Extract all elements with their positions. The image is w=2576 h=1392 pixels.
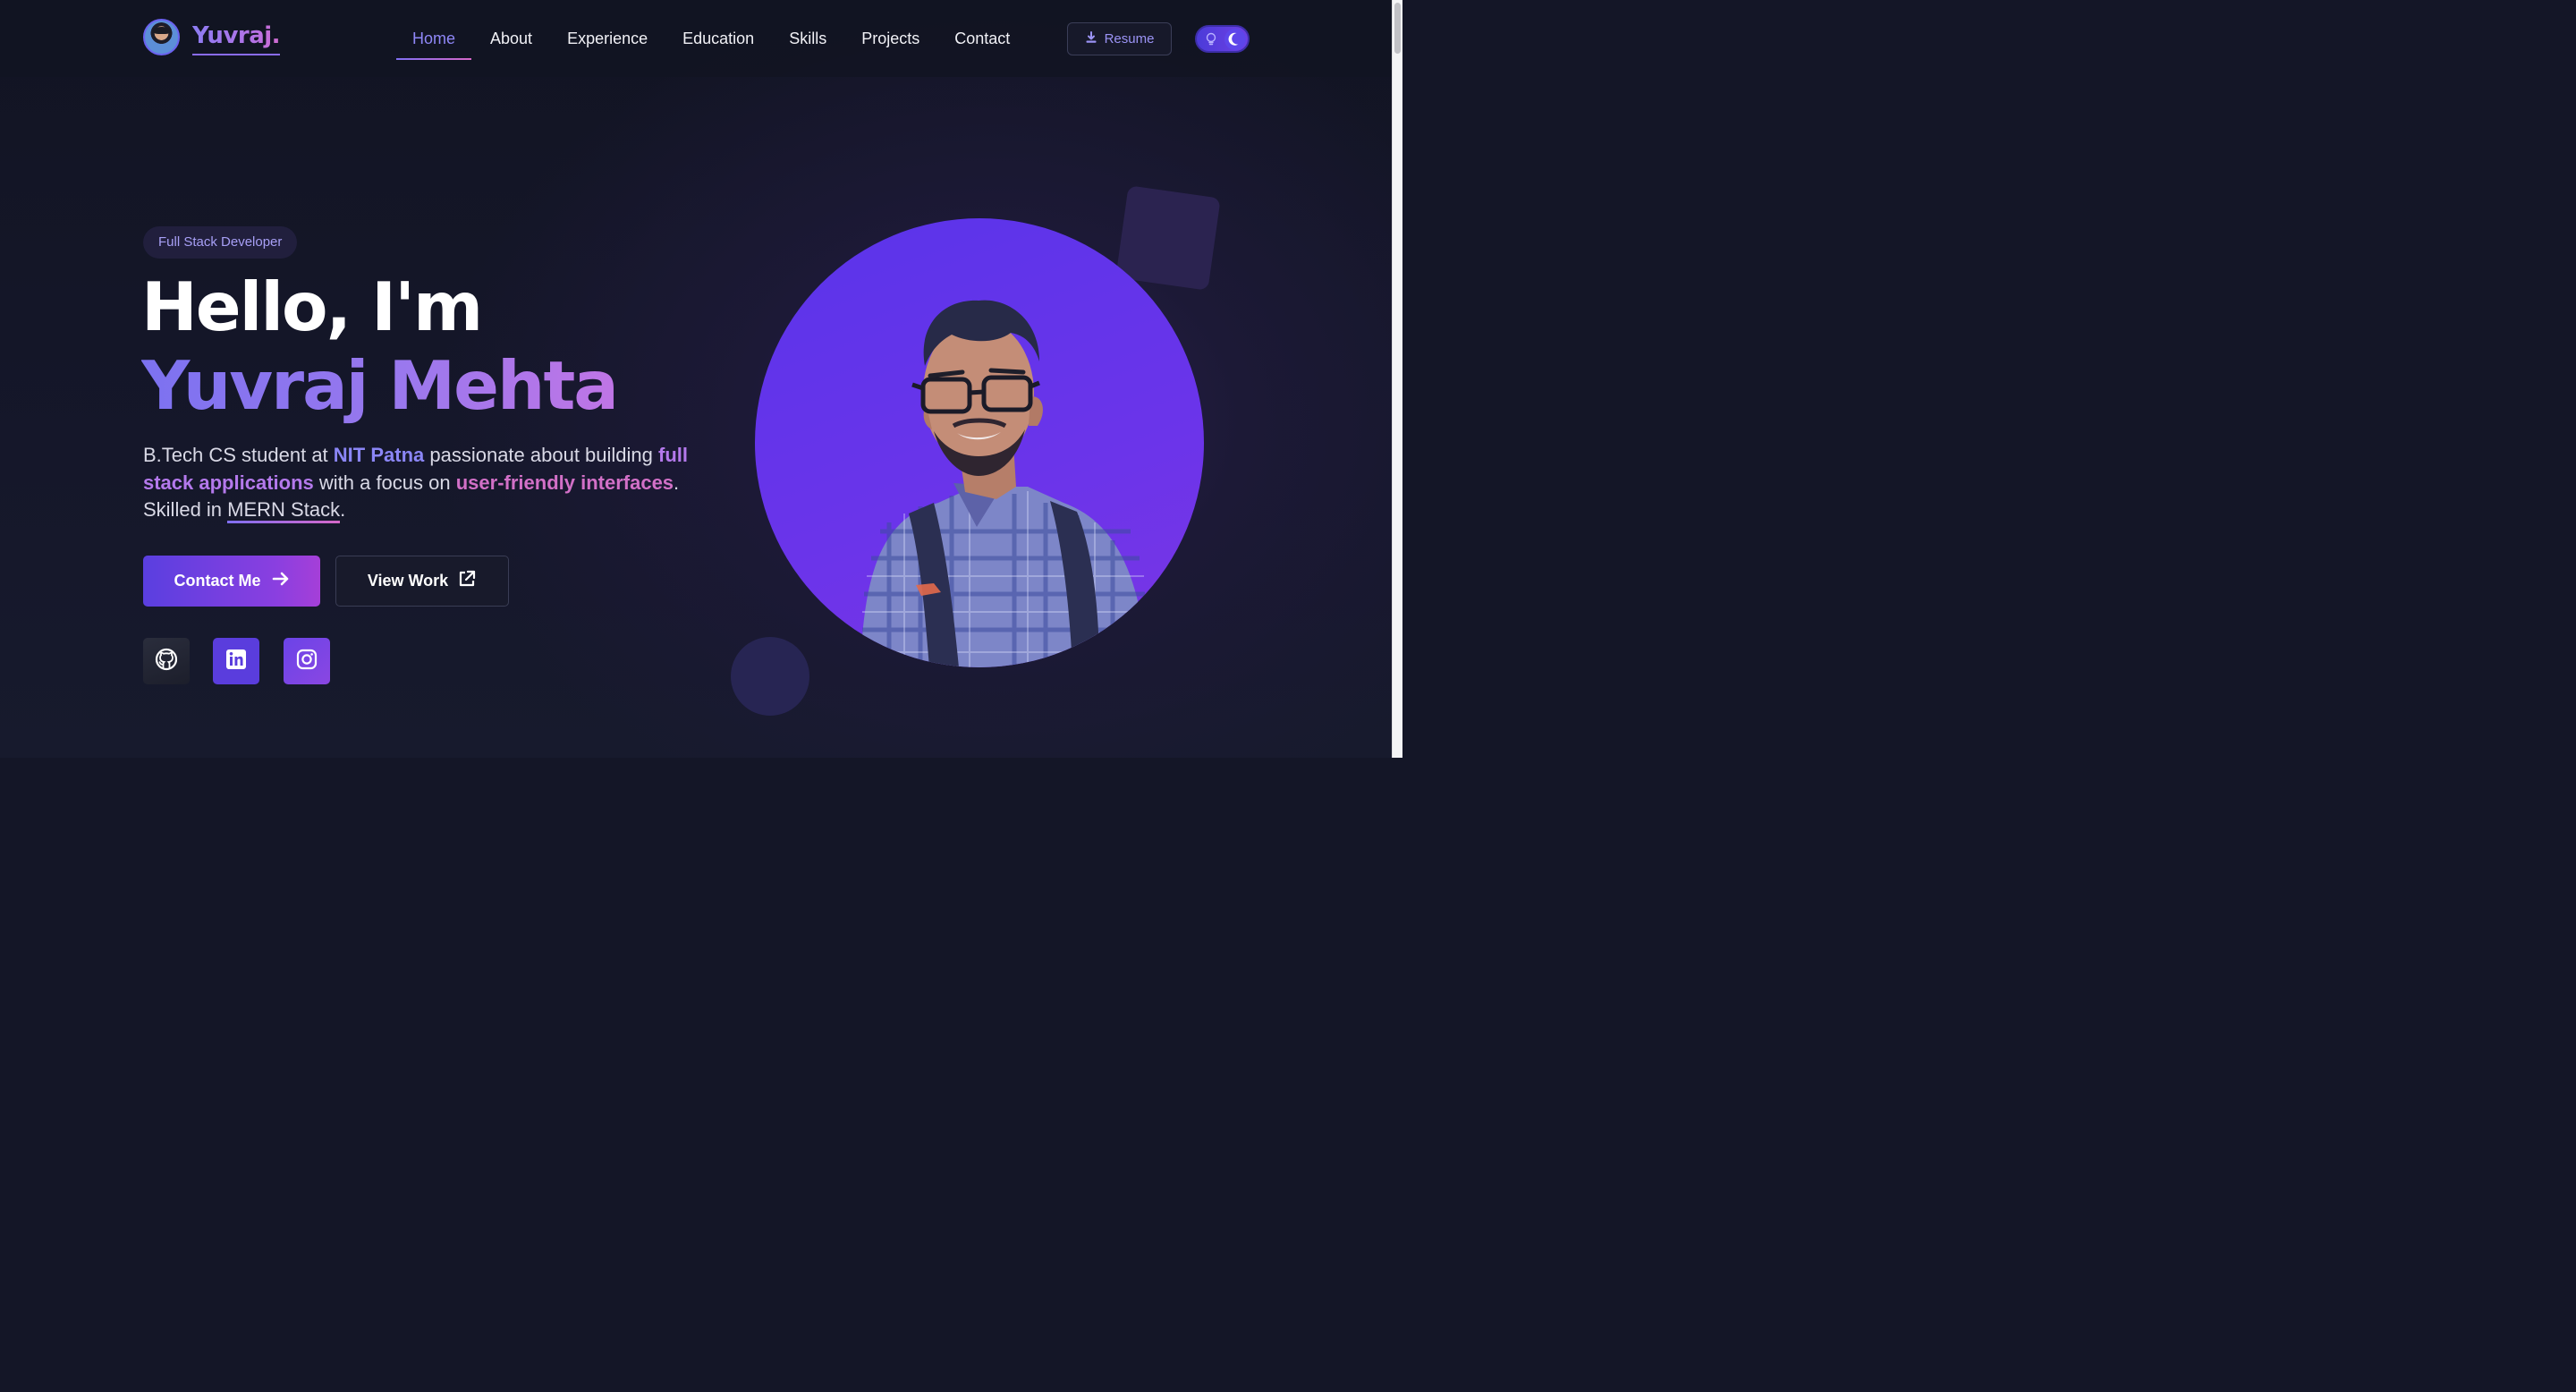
page-scrollbar[interactable] xyxy=(1392,0,1402,758)
bio-highlight-college: NIT Patna xyxy=(333,444,425,466)
nav-projects[interactable]: Projects xyxy=(861,27,919,59)
brand-name[interactable]: Yuvraj. xyxy=(192,19,281,55)
portfolio-page: Yuvraj. Home About Experience Education … xyxy=(0,0,1402,758)
bio-text-2: passionate about building xyxy=(424,444,659,466)
hero-greeting: Hello, I'm xyxy=(141,267,483,346)
brand[interactable]: Yuvraj. xyxy=(143,19,281,55)
bio-highlight-ui: user-friendly interfaces xyxy=(455,471,674,494)
nav-contact[interactable]: Contact xyxy=(954,27,1010,59)
bio-highlight-stack: MERN Stack xyxy=(227,498,341,523)
github-icon xyxy=(155,648,178,675)
lightbulb-icon xyxy=(1205,31,1217,47)
profile-photo xyxy=(755,218,1204,667)
view-work-label: View Work xyxy=(367,572,449,590)
view-work-button[interactable]: View Work xyxy=(335,556,509,607)
bio-text-5: . xyxy=(340,498,346,521)
nav-education[interactable]: Education xyxy=(682,27,754,59)
nav-skills[interactable]: Skills xyxy=(789,27,826,59)
avatar xyxy=(143,19,180,55)
hero-bio: B.Tech CS student at NIT Patna passionat… xyxy=(143,442,689,524)
decorative-circle xyxy=(731,637,809,716)
theme-toggle[interactable] xyxy=(1195,25,1250,53)
bio-text-1: B.Tech CS student at xyxy=(143,444,334,466)
linkedin-link[interactable] xyxy=(213,638,259,684)
external-link-icon xyxy=(457,569,477,593)
scrollbar-thumb[interactable] xyxy=(1394,3,1401,54)
nav-home[interactable]: Home xyxy=(396,27,472,60)
nav-links: Home About Experience Education Skills P… xyxy=(396,27,1045,60)
contact-me-label: Contact Me xyxy=(174,572,261,590)
nav-experience[interactable]: Experience xyxy=(567,27,648,59)
nav-about[interactable]: About xyxy=(490,27,532,59)
bio-text-3: with a focus on xyxy=(313,471,456,494)
download-icon xyxy=(1085,30,1097,47)
github-link[interactable] xyxy=(143,638,190,684)
moon-icon xyxy=(1224,29,1246,50)
resume-button[interactable]: Resume xyxy=(1067,22,1172,55)
arrow-right-icon xyxy=(272,571,290,591)
resume-label: Resume xyxy=(1104,31,1155,47)
hero-name: Yuvraj Mehta xyxy=(141,346,619,425)
linkedin-icon xyxy=(225,648,248,675)
contact-me-button[interactable]: Contact Me xyxy=(143,556,320,607)
navbar: Yuvraj. Home About Experience Education … xyxy=(0,0,1393,77)
instagram-link[interactable] xyxy=(284,638,330,684)
instagram-icon xyxy=(295,648,318,675)
person-illustration xyxy=(860,300,1148,667)
decorative-square xyxy=(1115,185,1221,291)
role-badge: Full Stack Developer xyxy=(143,226,298,259)
